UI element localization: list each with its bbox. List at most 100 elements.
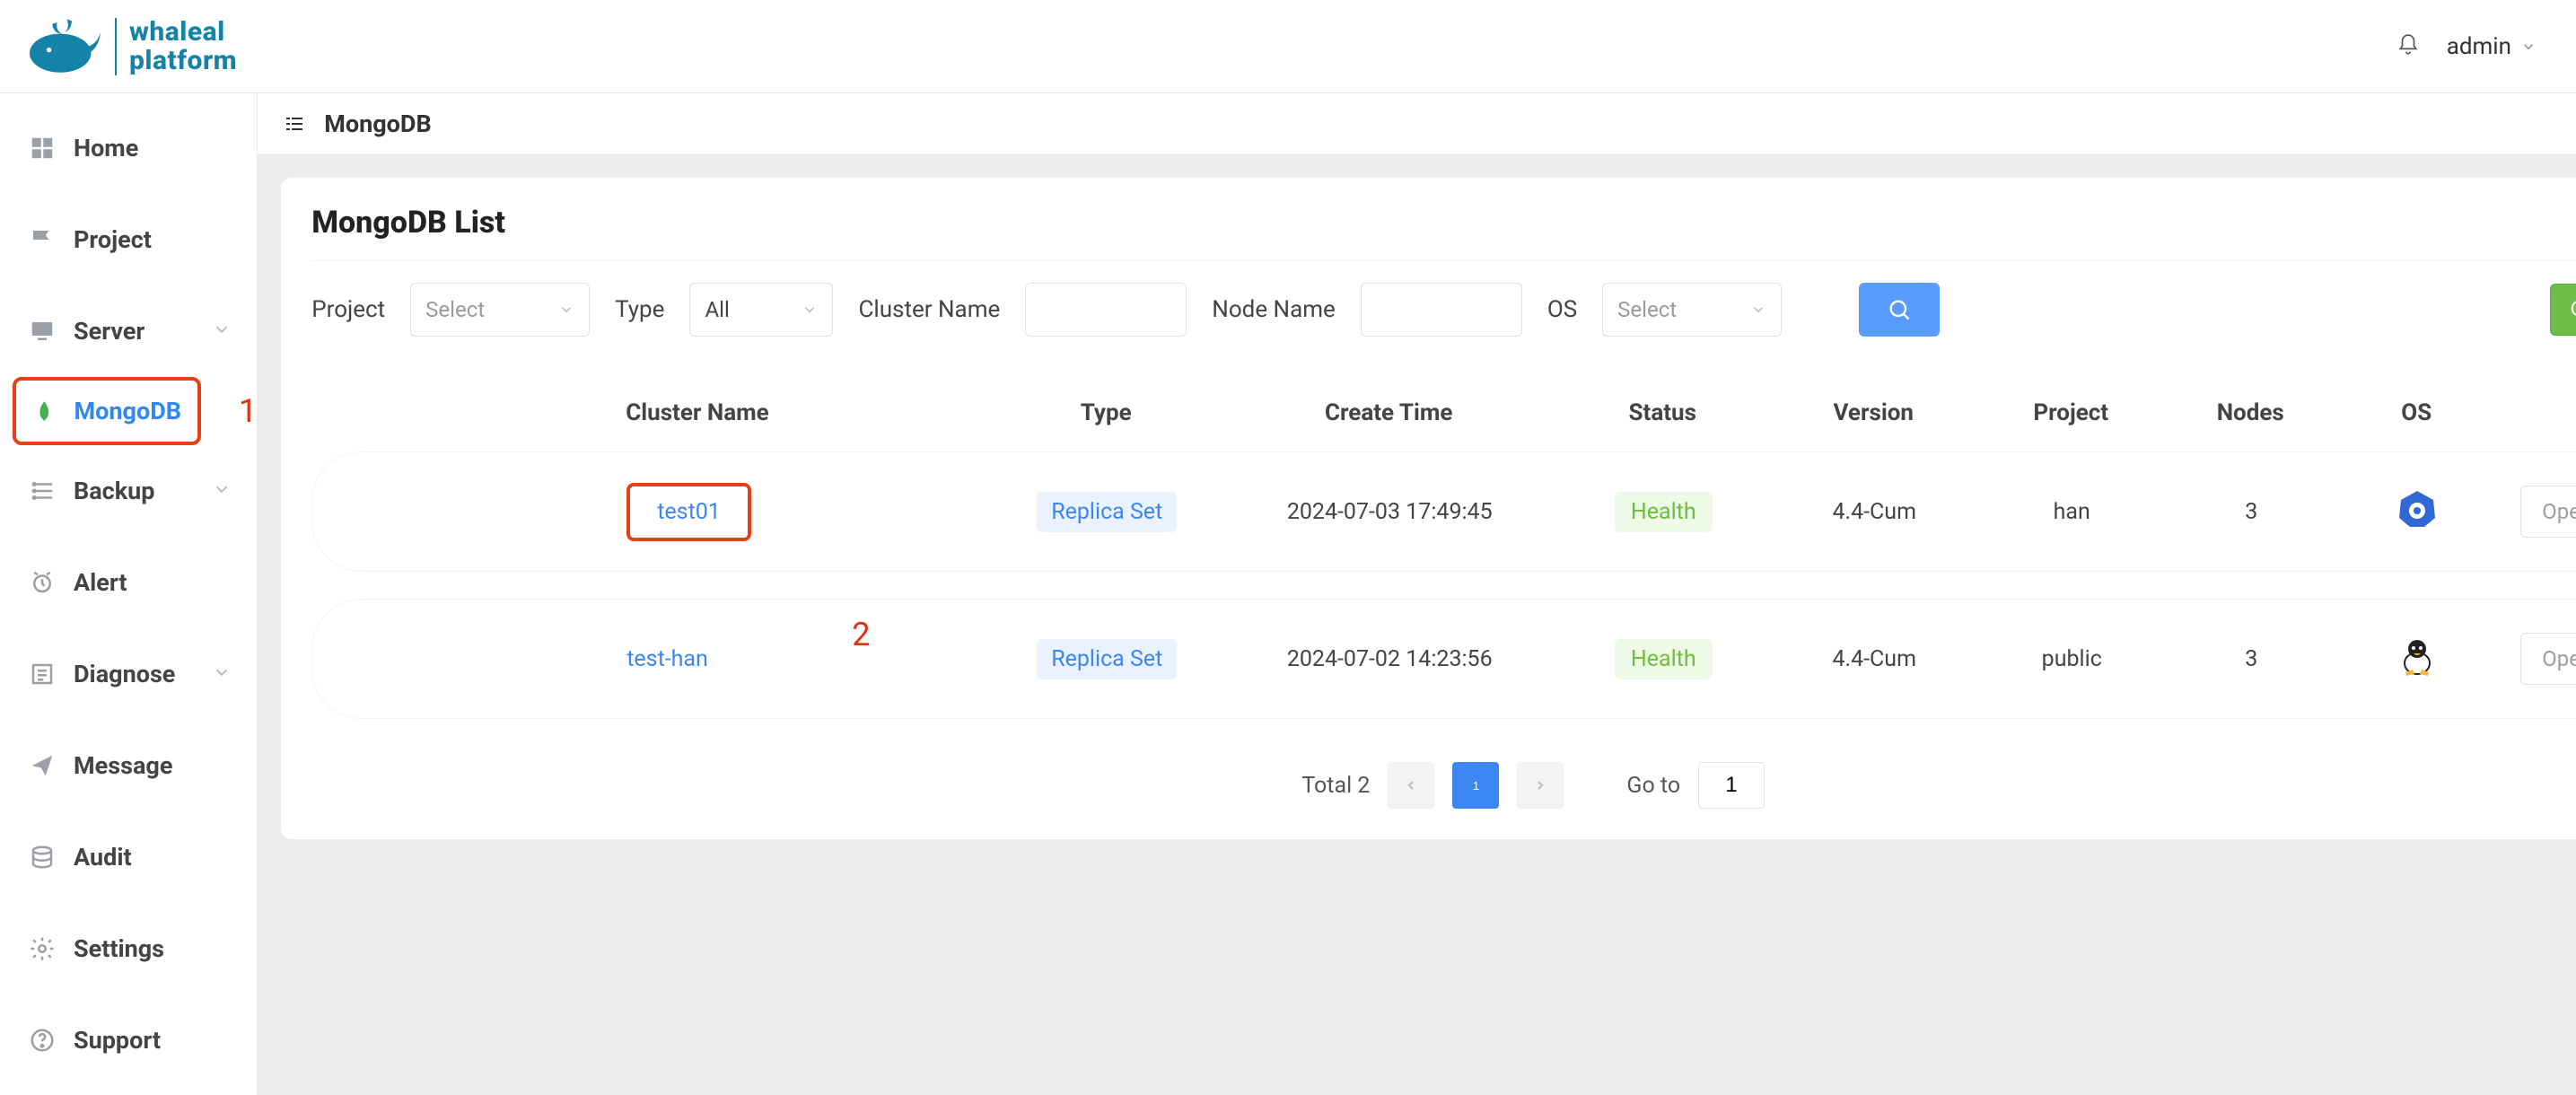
chevron-down-icon [802,302,818,318]
sidebar: Home Project Server MongoDB 1 Backup Ale… [0,93,258,1095]
question-icon [29,1027,56,1054]
th-status: Status [1550,399,1774,426]
annotation-2: 2 [852,616,870,653]
sidebar-item-audit[interactable]: Audit [0,811,257,903]
sidebar-item-label: Project [74,225,152,254]
user-menu[interactable]: admin [2447,33,2537,60]
topbar: whaleal platform admin [0,0,2576,93]
table-row: test01 Replica Set 2024-07-03 17:49:45 H… [311,451,2576,572]
filter-cluster-input[interactable] [1040,297,1166,322]
create-cluster-button[interactable]: Create Cluster [2550,284,2576,336]
sidebar-item-home[interactable]: Home [0,102,257,194]
notifications-button[interactable] [2396,33,2420,60]
stack-icon [29,477,56,504]
panel-title: MongoDB List [311,205,2576,241]
th-project: Project [1972,399,2169,426]
filter-node-label: Node Name [1212,296,1336,323]
sidebar-item-backup[interactable]: Backup [0,445,257,537]
operation-select[interactable]: Operation [2520,486,2576,538]
cluster-link[interactable]: test-han [626,646,708,672]
list-panel: MongoDB List Project Select Type All Clu… [281,178,2576,839]
filter-cluster-label: Cluster Name [858,296,1000,323]
filter-node-input[interactable] [1376,297,1502,322]
sidebar-item-label: Message [74,751,172,780]
sidebar-item-label: Support [74,1026,161,1055]
sidebar-item-alert[interactable]: Alert [0,537,257,628]
brand: whaleal platform [22,11,237,83]
sidebar-item-support[interactable]: Support [0,994,257,1086]
status-badge: Health [1615,639,1713,679]
database-icon [29,844,56,871]
menu-icon[interactable] [281,113,308,135]
sidebar-item-server[interactable]: Server [0,285,257,377]
pager-total: Total 2 [1301,773,1370,799]
pager-page-1[interactable]: 1 [1452,762,1499,809]
chevron-down-icon [212,660,232,688]
kubernetes-icon [2397,489,2437,529]
operation-select[interactable]: Operation [2520,633,2576,685]
filter-bar: Project Select Type All Cluster Name Nod… [311,260,2576,349]
chevron-down-icon [212,317,232,346]
sidebar-item-mongodb[interactable]: MongoDB [13,377,201,445]
breadcrumb: MongoDB [258,93,2576,154]
leaf-icon [32,398,57,425]
cluster-link[interactable]: test01 [626,483,751,541]
sidebar-item-settings[interactable]: Settings [0,903,257,994]
sidebar-item-label: Home [74,134,138,162]
cell-create-time: 2024-07-03 17:49:45 [1228,499,1551,525]
select-placeholder: Select [1617,297,1677,322]
monitor-icon [29,318,56,345]
breadcrumb-title: MongoDB [324,110,431,138]
sidebar-item-diagnose[interactable]: Diagnose [0,628,257,720]
th-op: Operation [2502,399,2576,426]
whale-logo-icon [22,11,102,83]
chevron-down-icon [2520,39,2537,55]
th-version: Version [1774,399,1972,426]
chevron-down-icon [212,477,232,505]
pager-goto-input[interactable] [1698,762,1765,809]
filter-project-label: Project [311,296,385,323]
cluster-table: Cluster Name Type Create Time Status Ver… [311,374,2576,719]
table-header: Cluster Name Type Create Time Status Ver… [311,374,2576,451]
table-row: test-han Replica Set 2024-07-02 14:23:56… [311,599,2576,719]
button-label: Create Cluster [2571,297,2576,322]
th-nodes: Nodes [2169,399,2331,426]
brand-line1: whaleal [129,18,237,47]
chevron-right-icon [1533,778,1547,793]
filter-cluster-input-wrap [1025,283,1187,337]
send-icon [29,752,56,779]
gear-icon [29,935,56,962]
filter-project-select[interactable]: Select [410,283,590,337]
sidebar-item-project[interactable]: Project [0,194,257,285]
brand-line2: platform [129,47,237,75]
th-type: Type [985,399,1227,426]
cell-project: han [1973,499,2170,525]
search-button[interactable] [1859,283,1940,337]
select-value: Operation [2542,646,2576,671]
chevron-down-icon [558,302,574,318]
cell-project: public [1973,646,2170,672]
select-placeholder: Select [425,297,485,322]
th-cluster: Cluster Name [617,399,985,426]
filter-os-select[interactable]: Select [1602,283,1782,337]
filter-type-select[interactable]: All [689,283,833,337]
th-os: OS [2331,399,2502,426]
select-value: All [705,297,729,322]
sidebar-item-message[interactable]: Message [0,720,257,811]
th-create: Create Time [1227,399,1550,426]
bell-icon [2396,33,2420,57]
filter-type-label: Type [615,296,664,323]
annotation-1: 1 [239,392,257,430]
sidebar-item-label: Alert [74,568,127,597]
type-tag: Replica Set [1037,492,1177,532]
status-badge: Health [1615,492,1713,532]
pager-goto-label: Go to [1626,773,1680,799]
pager-next[interactable] [1517,762,1564,809]
username: admin [2447,33,2511,60]
pager-prev[interactable] [1388,762,1434,809]
list-icon [29,661,56,688]
select-value: Operation [2542,499,2576,524]
sidebar-item-label: Audit [74,843,132,872]
pagination: Total 2 1 Go to [311,746,2576,812]
cell-nodes: 3 [2170,499,2332,525]
